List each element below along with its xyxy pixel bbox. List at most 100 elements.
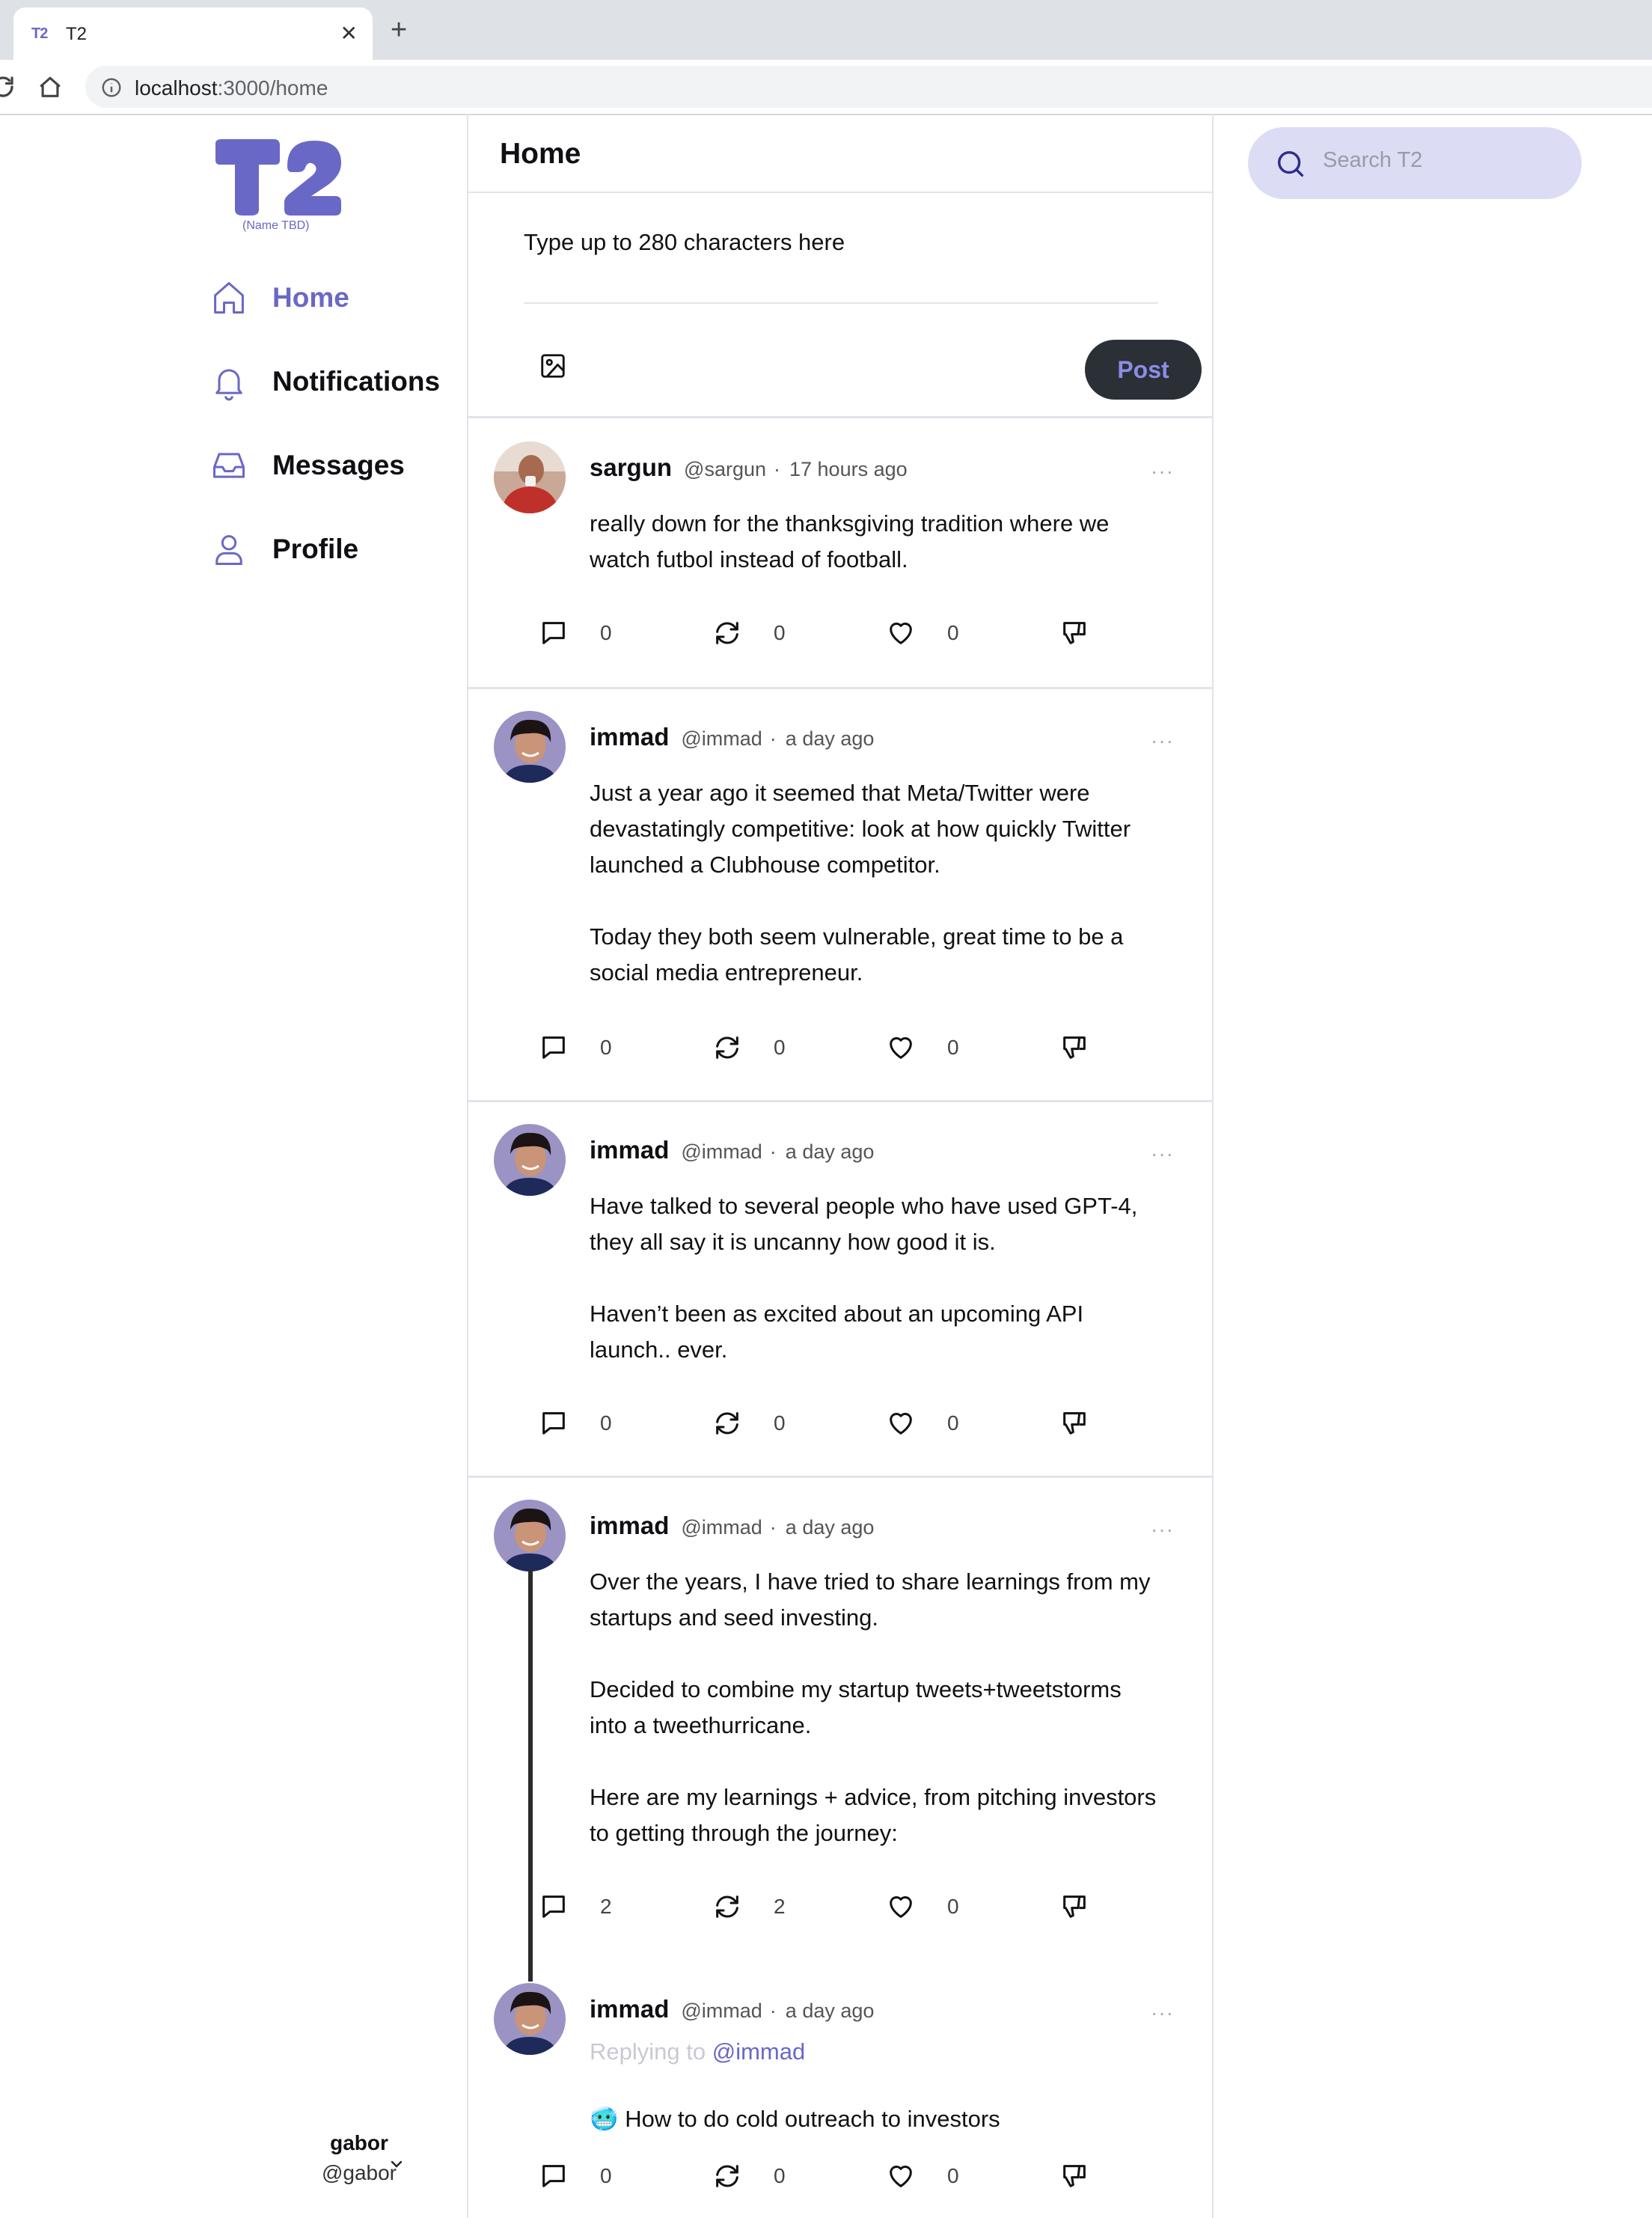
chevron-down-icon[interactable] [388, 2155, 406, 2177]
post-timestamp: a day ago [785, 1516, 875, 1539]
like-button[interactable]: 0 [886, 1033, 959, 1063]
address-bar[interactable]: localhost:3000/home [85, 66, 1652, 108]
post[interactable]: immad @immad · a day ago ··· Just a year… [468, 687, 1212, 1102]
comment-icon [542, 2165, 565, 2187]
user-icon [215, 535, 242, 566]
post[interactable]: immad @immad · a day ago ··· Over the ye… [468, 1476, 1212, 1959]
comment-icon [542, 1036, 565, 1059]
reply-button[interactable]: 0 [539, 2161, 612, 2191]
reply-button[interactable]: 0 [539, 1033, 612, 1063]
account-handle: @gabor [321, 2161, 397, 2184]
more-options-icon[interactable]: ··· [1151, 2001, 1174, 2025]
avatar[interactable] [494, 711, 566, 783]
more-options-icon[interactable]: ··· [1151, 729, 1174, 753]
nav-messages-label: Messages [272, 450, 405, 480]
repost-button[interactable]: 0 [712, 1033, 786, 1063]
nav-profile[interactable]: Profile [209, 525, 358, 573]
reload-icon[interactable] [0, 73, 16, 104]
author-name[interactable]: immad [590, 1512, 669, 1540]
author-handle: @immad [681, 1516, 762, 1539]
dislike-button[interactable] [1059, 1892, 1089, 1922]
new-tab-button[interactable]: + [391, 15, 407, 45]
separator-dot: · [774, 458, 780, 480]
like-count: 0 [947, 1895, 959, 1918]
repost-count: 0 [774, 1036, 786, 1059]
post-button[interactable]: Post [1085, 340, 1202, 400]
t2-logo[interactable] [212, 138, 344, 219]
post-header: immad @immad · a day ago [590, 1512, 874, 1540]
tab-close-icon[interactable]: ✕ [340, 21, 358, 46]
author-name[interactable]: immad [590, 723, 669, 751]
like-button[interactable]: 0 [886, 618, 959, 648]
post-timestamp: a day ago [785, 727, 875, 750]
search-box[interactable] [1248, 127, 1582, 199]
post-text: Over the years, I have tried to share le… [590, 1568, 1157, 1846]
post-text: really down for the thanksgiving traditi… [590, 510, 1110, 572]
author-handle: @sargun [684, 458, 766, 480]
info-icon[interactable] [100, 76, 123, 103]
post[interactable]: immad @immad · a day ago ··· Replying to… [468, 1959, 1212, 2218]
nav-home-label: Home [272, 282, 349, 313]
reply-count: 0 [600, 2164, 612, 2187]
repost-count: 0 [774, 1411, 786, 1435]
url-host: localhost [135, 76, 218, 100]
nav-messages[interactable]: Messages [209, 442, 405, 489]
dislike-button[interactable] [1059, 2161, 1089, 2191]
post-text: Just a year ago it seemed that Meta/Twit… [590, 780, 1131, 986]
like-button[interactable]: 0 [886, 2161, 959, 2191]
post[interactable]: immad @immad · a day ago ··· Have talked… [468, 1100, 1212, 1478]
thumbs-down-icon [1063, 2165, 1086, 2187]
avatar[interactable] [494, 1124, 566, 1196]
like-button[interactable]: 0 [886, 1408, 959, 1438]
more-options-icon[interactable]: ··· [1151, 459, 1174, 483]
search-input[interactable] [1323, 148, 1547, 173]
dislike-button[interactable] [1059, 1033, 1089, 1063]
more-options-icon[interactable]: ··· [1151, 1142, 1174, 1166]
reply-button[interactable]: 0 [539, 1408, 612, 1438]
repost-button[interactable]: 0 [712, 2161, 786, 2191]
compose-input[interactable] [524, 229, 1158, 256]
repost-button[interactable]: 0 [712, 1408, 786, 1438]
repost-button[interactable]: 0 [712, 618, 786, 648]
home-icon[interactable] [37, 75, 63, 104]
repost-button[interactable]: 2 [712, 1892, 786, 1922]
reply-button[interactable]: 2 [539, 1892, 612, 1922]
search-icon [1277, 150, 1304, 177]
post-actions: 0 0 0 [468, 618, 1212, 651]
image-upload-icon[interactable] [539, 352, 567, 384]
author-name[interactable]: immad [590, 1136, 669, 1164]
avatar[interactable] [494, 442, 566, 513]
comment-icon [542, 1412, 565, 1435]
avatar[interactable] [494, 1983, 566, 2055]
post-actions: 0 0 0 [468, 1408, 1212, 1441]
reply-button[interactable]: 0 [539, 618, 612, 648]
repost-icon [716, 1036, 738, 1059]
like-count: 0 [947, 2164, 959, 2187]
replying-prefix: Replying to [590, 2038, 712, 2065]
url-path: :3000/home [217, 76, 328, 100]
heart-icon [890, 1896, 912, 1918]
dislike-button[interactable] [1059, 618, 1089, 648]
separator-dot: · [769, 1516, 777, 1539]
nav-home[interactable]: Home [209, 274, 349, 322]
nav-profile-label: Profile [272, 534, 359, 564]
author-name[interactable]: immad [590, 1995, 669, 2023]
replying-to: Replying to @immad [590, 2038, 805, 2065]
more-options-icon[interactable]: ··· [1151, 1518, 1174, 1542]
post[interactable]: sargun @sargun · 17 hours ago ··· really… [468, 418, 1212, 689]
post-text: Have talked to several people who have u… [590, 1193, 1138, 1363]
avatar[interactable] [494, 1500, 566, 1571]
dislike-button[interactable] [1059, 1408, 1089, 1438]
browser-tab[interactable]: T2 T2 ✕ [13, 7, 373, 60]
separator-dot: · [769, 1140, 777, 1163]
account-switcher[interactable]: gabor @gabor [284, 2131, 434, 2185]
post-timestamp: 17 hours ago [789, 458, 908, 480]
nav-notifications[interactable]: Notifications [209, 358, 440, 406]
reply-mention-link[interactable]: @immad [712, 2038, 805, 2065]
like-button[interactable]: 0 [886, 1892, 959, 1922]
author-name[interactable]: sargun [590, 453, 672, 482]
tab-favicon-icon: T2 [31, 25, 48, 42]
separator-dot: · [769, 727, 777, 750]
like-count: 0 [947, 1036, 959, 1059]
author-handle: @immad [681, 1140, 762, 1163]
